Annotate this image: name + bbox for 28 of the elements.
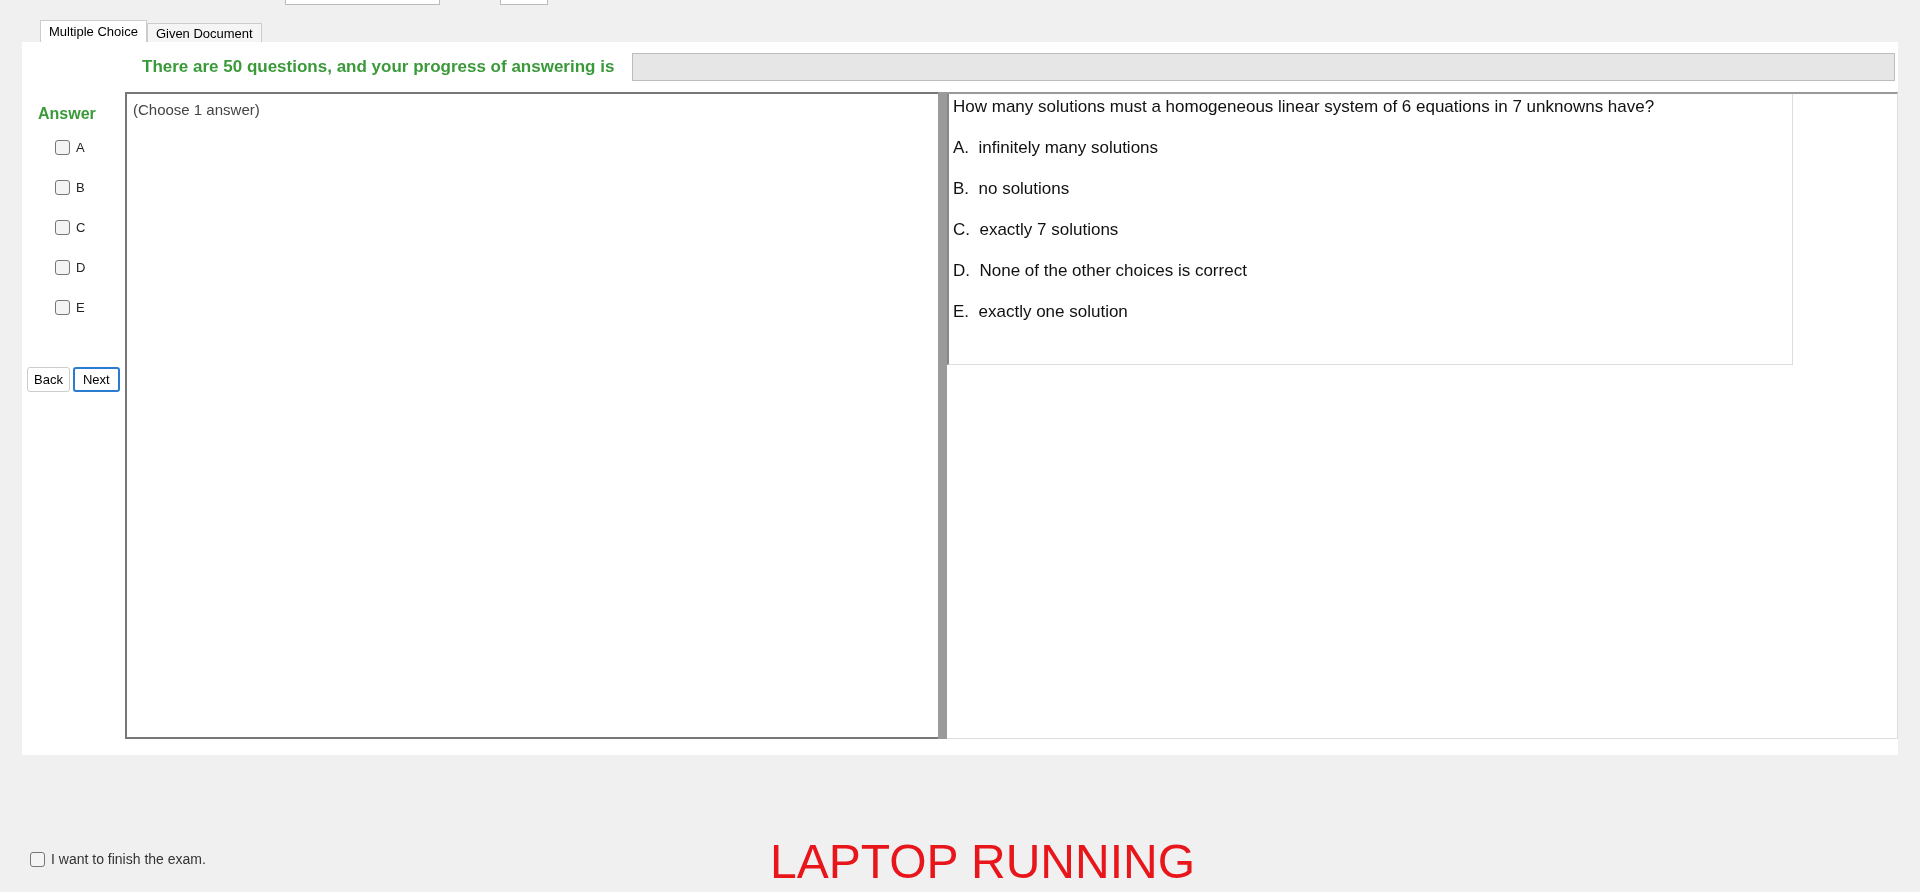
progress-text: There are 50 questions, and your progress of answering is [142, 56, 615, 79]
checkbox[interactable] [55, 180, 70, 195]
choice-text: E. exactly one solution [953, 301, 1129, 323]
answer-label: Answer [38, 104, 96, 124]
choice-text: B. no solutions [953, 178, 1071, 200]
checkbox[interactable] [55, 300, 70, 315]
option-label: C [76, 218, 86, 237]
answer-hint: (Choose 1 answer) [133, 101, 260, 118]
nav-button[interactable]: Back [27, 367, 70, 392]
option-label: E [76, 298, 85, 317]
option-label: A [76, 138, 85, 157]
question-text: How many solutions must a homogeneous linear system of 6 equations in 7 unknowns have? [953, 96, 1656, 118]
checkbox[interactable] [55, 220, 70, 235]
tab[interactable]: Given Document [146, 23, 262, 42]
checkbox[interactable] [55, 140, 70, 155]
finish-label: I want to finish the exam. [51, 850, 206, 869]
small-field[interactable] [500, 0, 548, 5]
option-label: D [76, 258, 86, 277]
choice-text: A. infinitely many solutions [953, 137, 1160, 159]
choice-text: C. exactly 7 solutions [953, 219, 1120, 241]
checkbox[interactable] [55, 260, 70, 275]
choice-text: D. None of the other choices is correct [953, 260, 1248, 282]
dropdown-field[interactable] [285, 0, 440, 5]
checkbox[interactable] [30, 852, 45, 867]
option-label: B [76, 178, 85, 197]
status-text: LAPTOP RUNNING [770, 834, 1195, 890]
tab[interactable]: Multiple Choice [40, 20, 147, 42]
nav-button[interactable]: Next [72, 367, 120, 392]
